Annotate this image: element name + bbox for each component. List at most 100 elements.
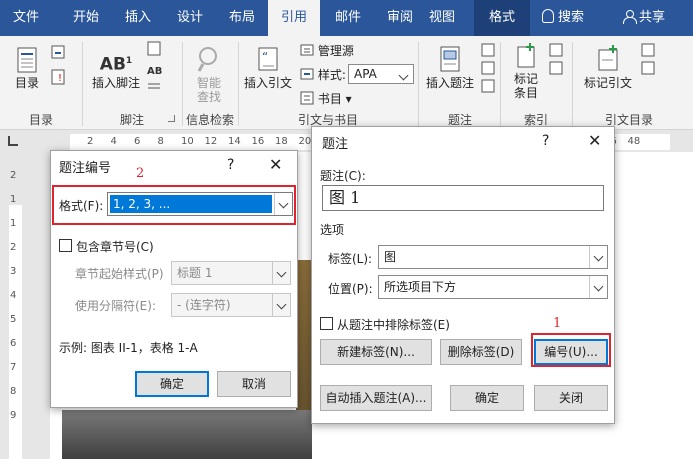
document-image[interactable] xyxy=(62,410,312,459)
chevron-down-icon xyxy=(589,276,607,298)
vertical-ruler-tick-label: 9 xyxy=(10,410,17,421)
separator-label: 使用分隔符(E): xyxy=(75,299,156,313)
delete-label-button[interactable]: 删除标签(D) xyxy=(440,339,522,365)
chevron-down-icon xyxy=(589,246,607,268)
person-icon xyxy=(623,10,637,24)
format-highlight xyxy=(52,185,296,225)
document-image-edge xyxy=(296,260,312,410)
chapter-style-dropdown[interactable]: 标题 1 xyxy=(171,261,291,285)
tab-file[interactable]: 文件 xyxy=(0,0,52,36)
footnote-expander-icon[interactable] xyxy=(168,115,175,122)
insert-citation-button[interactable]: “ 插入引文 xyxy=(240,44,296,90)
mark-entry-button[interactable]: 标记 条目 xyxy=(506,42,546,100)
vertical-ruler-tick-label: 3 xyxy=(10,266,17,277)
position-dropdown[interactable]: 所选项目下方 xyxy=(378,275,608,299)
help-button[interactable]: ? xyxy=(227,157,234,173)
group-separator xyxy=(572,42,573,126)
ribbon: 目录 ! 目录 AB1 插入脚注 AB 脚注 智能 查找 信息检索 “ 插入引文… xyxy=(0,36,693,130)
bibliography-icon xyxy=(300,91,314,105)
insert-caption-icon xyxy=(440,46,460,72)
toc-button[interactable]: 目录 xyxy=(6,46,48,90)
numbering-highlight xyxy=(531,333,611,367)
tab-view[interactable]: 视图 xyxy=(416,0,468,36)
group-separator xyxy=(238,42,239,126)
vertical-ruler-tick-label: 1 xyxy=(10,218,17,229)
annotation-number-2: 2 xyxy=(136,166,145,181)
toa-small-icons xyxy=(641,43,655,75)
mark-citation-button[interactable]: 标记引文 xyxy=(578,44,638,90)
tab-home[interactable]: 开始 xyxy=(60,0,112,36)
ribbon-tab-bar: 文件 开始 插入 设计 布局 引用 邮件 审阅 视图 格式 搜索 共享 xyxy=(0,0,693,36)
new-label-button[interactable]: 新建标签(N)... xyxy=(320,339,432,365)
bibliography-button[interactable]: 书目 ▾ xyxy=(300,90,352,107)
tab-stop-icon[interactable] xyxy=(8,136,18,146)
ok-button[interactable]: 确定 xyxy=(135,371,209,397)
tab-design[interactable]: 设计 xyxy=(164,0,216,36)
dialog-title: 题注编号 xyxy=(59,161,112,176)
index-small-icons xyxy=(549,43,563,75)
manage-sources-button[interactable]: 管理源 xyxy=(300,42,354,59)
footnote-ab-icon: AB1 xyxy=(99,54,133,75)
insert-footnote-button[interactable]: AB1 插入脚注 xyxy=(88,46,144,90)
mark-entry-icon xyxy=(517,43,535,68)
ruler-tick-label: 18 xyxy=(275,136,288,147)
autocaption-button[interactable]: 自动插入题注(A)... xyxy=(320,385,432,411)
close-icon[interactable]: ✕ xyxy=(269,155,282,174)
lightbulb-icon xyxy=(542,9,554,23)
caption-label: 题注(C): xyxy=(320,169,366,183)
footnote-small-icons: AB xyxy=(147,41,162,89)
ok-button[interactable]: 确定 xyxy=(450,385,524,411)
ruler-tick-label: 2 xyxy=(87,136,94,147)
vertical-ruler-tick-label: 4 xyxy=(10,290,17,301)
group-separator xyxy=(500,42,501,126)
tab-references[interactable]: 引用 xyxy=(268,0,320,36)
close-icon[interactable]: ✕ xyxy=(588,131,601,150)
ruler-tick-label: 6 xyxy=(134,136,141,147)
share-button[interactable]: 共享 xyxy=(623,0,665,36)
smart-lookup-button[interactable]: 智能 查找 xyxy=(186,44,232,104)
ruler-tick-label: 16 xyxy=(251,136,265,147)
label-dropdown[interactable]: 图 xyxy=(378,245,608,269)
group-separator xyxy=(82,42,83,126)
caption-input[interactable]: 图 1 xyxy=(322,185,604,211)
tab-format[interactable]: 格式 xyxy=(474,0,530,36)
ruler-tick-label: 4 xyxy=(110,136,117,147)
tab-layout[interactable]: 布局 xyxy=(216,0,268,36)
vertical-ruler-tick-label: 2 xyxy=(10,242,17,253)
chevron-down-icon xyxy=(272,294,290,316)
label-label: 标签(L): xyxy=(328,252,373,266)
ruler-tick-label: 14 xyxy=(228,136,241,147)
include-chapter-checkbox[interactable] xyxy=(59,239,72,252)
vertical-ruler-tick-label: 8 xyxy=(10,386,17,397)
vertical-ruler-tick-label: 5 xyxy=(10,314,17,325)
close-button[interactable]: 关闭 xyxy=(534,385,608,411)
help-button[interactable]: ? xyxy=(542,133,549,149)
position-label: 位置(P): xyxy=(328,282,373,296)
tab-mailings[interactable]: 邮件 xyxy=(322,0,374,36)
magnifier-icon xyxy=(197,47,217,72)
citation-style-dropdown[interactable]: APA xyxy=(348,64,414,84)
cancel-button[interactable]: 取消 xyxy=(217,371,291,397)
ruler-tick-label: 20 xyxy=(298,136,312,147)
separator-dropdown[interactable]: - (连字符) xyxy=(171,293,291,317)
chapter-style-label: 章节起始样式(P) xyxy=(75,267,164,281)
exclude-label-checkbox[interactable] xyxy=(320,317,333,330)
caption-small-icons xyxy=(481,43,495,93)
style-icon xyxy=(300,68,314,80)
exclude-label-text: 从题注中排除标签(E) xyxy=(337,318,450,332)
include-chapter-text: 包含章节号(C) xyxy=(76,240,154,254)
group-label-toc: 目录 xyxy=(28,113,53,127)
tell-me-search[interactable]: 搜索 xyxy=(542,0,584,36)
vertical-ruler-tick-label: 1 xyxy=(10,194,17,205)
mark-citation-icon xyxy=(598,45,618,71)
vertical-ruler-tick-label: 7 xyxy=(10,362,17,373)
ruler-tick-label: 12 xyxy=(204,136,218,147)
group-label-research: 信息检索 xyxy=(185,113,234,127)
tab-insert[interactable]: 插入 xyxy=(112,0,164,36)
manage-sources-icon xyxy=(300,44,314,56)
caption-dialog: 题注 ? ✕ 题注(C): 图 1 选项 标签(L): 图 位置(P): 所选项… xyxy=(311,126,615,424)
group-separator xyxy=(418,42,419,126)
citation-style-row: 样式: xyxy=(300,66,346,83)
vertical-ruler-tick-label: 6 xyxy=(10,338,17,349)
insert-caption-button[interactable]: 插入题注 xyxy=(422,44,478,90)
